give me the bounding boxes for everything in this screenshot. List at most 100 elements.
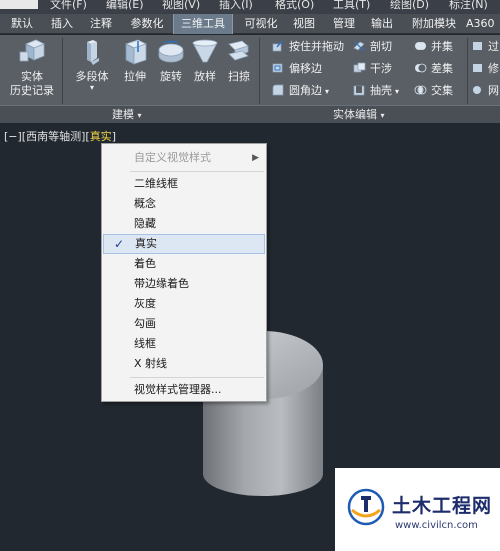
extrude-button[interactable]: 拉伸 — [118, 38, 152, 84]
presspull-label: 按住并拖动 — [289, 40, 344, 53]
menu-dimension[interactable]: 标注(N) — [449, 0, 488, 12]
viewport-visual-style-label[interactable]: 真实 — [90, 130, 112, 143]
tab-visualize[interactable]: 可视化 — [238, 14, 284, 34]
tab-a360[interactable]: A360 — [466, 14, 500, 34]
submenu-arrow-icon: ▶ — [252, 153, 259, 163]
fillet-dropdown-icon[interactable]: ▾ — [325, 87, 329, 96]
extrude-label: 拉伸 — [124, 70, 146, 83]
subtract-label: 差集 — [431, 62, 453, 75]
fillet-edge-button[interactable]: 圆角边 ▾ — [272, 82, 329, 100]
menu-item-realistic[interactable]: ✓ 真实 — [103, 234, 265, 254]
offset-edge-button[interactable]: 偏移边 — [272, 60, 322, 78]
polysolid-icon — [87, 40, 99, 65]
custom-visual-style-label: 自定义视觉样式 — [134, 151, 211, 164]
watermark-url: www.civilcn.com — [395, 520, 478, 531]
tab-manage[interactable]: 管理 — [326, 14, 362, 34]
menu-item-xray[interactable]: X 射线 — [103, 354, 265, 374]
shell-label: 抽壳 — [370, 84, 392, 97]
menu-item-custom-visual-style[interactable]: 自定义视觉样式 ▶ — [103, 148, 265, 168]
subtract-button[interactable]: 差集 — [414, 60, 453, 78]
watermark-title: 土木工程网 — [392, 495, 493, 517]
sweep-button[interactable]: 扫掠 — [222, 38, 256, 84]
polysolid-label: 多段体 — [75, 70, 109, 83]
panel-title-modeling-text: 建模 — [112, 108, 134, 121]
menu-item-shades-of-gray[interactable]: 灰度 — [103, 294, 265, 314]
intersect-label: 交集 — [431, 84, 453, 97]
menu-separator — [130, 377, 264, 378]
menu-view[interactable]: 视图(V) — [162, 0, 200, 12]
panel-title-solid-edit[interactable]: 实体编辑 ▾ — [333, 106, 385, 124]
panel-title-solid-edit-text: 实体编辑 — [333, 108, 377, 121]
menu-item-sketchy[interactable]: 勾画 — [103, 314, 265, 334]
polysolid-dropdown-icon[interactable]: ▾ — [72, 84, 112, 92]
menu-item-conceptual[interactable]: 概念 — [103, 194, 265, 214]
tab-3d-tools[interactable]: 三维工具 — [173, 14, 233, 34]
viewport-controls-label[interactable]: [−][西南等轴测][真实] — [4, 128, 116, 144]
revolve-button[interactable]: 旋转 — [154, 38, 188, 84]
quick-access-toolbar[interactable] — [0, 0, 38, 9]
offset-edge-icon — [272, 63, 283, 73]
sweep-icon — [228, 40, 249, 61]
tab-annotate[interactable]: 注释 — [82, 14, 120, 34]
menu-insert[interactable]: 插入(I) — [219, 0, 253, 12]
solid-history-button[interactable]: 实体 历史记录 — [6, 38, 58, 98]
menu-item-visual-styles-manager[interactable]: 视觉样式管理器... — [103, 380, 265, 400]
intersect-icon — [414, 85, 427, 95]
menu-format[interactable]: 格式(O) — [275, 0, 314, 12]
partial-button-3[interactable]: 网 — [471, 82, 499, 100]
tab-parametric[interactable]: 参数化 — [124, 14, 170, 34]
realistic-label: 真实 — [135, 237, 157, 250]
offset-edge-label: 偏移边 — [289, 62, 322, 75]
slice-label: 剖切 — [370, 40, 392, 53]
menu-edit[interactable]: 编辑(E) — [106, 0, 144, 12]
shell-icon — [353, 85, 365, 96]
interfere-label: 干涉 — [370, 62, 392, 75]
partial-icon-1 — [473, 42, 482, 50]
partial-label-3: 网 — [488, 84, 499, 97]
visual-style-menu: 自定义视觉样式 ▶ 二维线框 概念 隐藏 ✓ 真实 着色 带边缘着色 灰度 勾画 线… — [101, 143, 267, 402]
ribbon-separator — [259, 38, 260, 104]
panel-title-modeling[interactable]: 建模 ▾ — [112, 106, 142, 124]
menu-tools[interactable]: 工具(T) — [333, 0, 370, 12]
menu-item-shaded[interactable]: 着色 — [103, 254, 265, 274]
tab-insert[interactable]: 插入 — [44, 14, 80, 34]
shell-button[interactable]: 抽壳 ▾ — [353, 82, 399, 100]
shell-dropdown-icon[interactable]: ▾ — [395, 87, 399, 96]
menu-item-hidden[interactable]: 隐藏 — [103, 214, 265, 234]
history-label-line1: 实体 — [21, 70, 43, 83]
civilcn-logo-icon — [347, 488, 385, 526]
revolve-label: 旋转 — [160, 70, 182, 83]
viewport-view-label[interactable]: [−][西南等轴测][ — [4, 130, 90, 143]
menu-item-shaded-with-edges[interactable]: 带边缘着色 — [103, 274, 265, 294]
intersect-button[interactable]: 交集 — [414, 82, 453, 100]
partial-button-2[interactable]: 修 — [471, 60, 499, 78]
union-label: 并集 — [431, 40, 453, 53]
ribbon-panel-titles: 建模 ▾ 实体编辑 ▾ — [0, 105, 500, 123]
partial-icon-3 — [473, 86, 481, 94]
partial-button-1[interactable]: 过 — [471, 38, 499, 56]
union-button[interactable]: 并集 — [414, 38, 453, 56]
menu-file[interactable]: 文件(F) — [50, 0, 87, 12]
slice-icon — [353, 41, 365, 52]
interfere-icon — [353, 62, 366, 73]
polysolid-button[interactable]: 多段体 ▾ — [72, 38, 112, 92]
checkmark-icon: ✓ — [114, 237, 125, 251]
tab-output[interactable]: 输出 — [364, 14, 400, 34]
menu-draw[interactable]: 绘图(D) — [390, 0, 429, 12]
presspull-icon — [272, 40, 283, 52]
loft-button[interactable]: 放样 — [189, 38, 221, 84]
interfere-button[interactable]: 干涉 — [353, 60, 392, 78]
tab-view[interactable]: 视图 — [286, 14, 322, 34]
menu-item-wireframe[interactable]: 线框 — [103, 334, 265, 354]
solid-edit-expand-icon: ▾ — [380, 111, 385, 120]
fillet-edge-icon — [272, 84, 284, 96]
slice-button[interactable]: 剖切 — [353, 38, 392, 56]
subtract-icon — [415, 63, 427, 73]
menu-bar: 文件(F) 编辑(E) 视图(V) 插入(I) 格式(O) 工具(T) 绘图(D… — [0, 0, 500, 14]
presspull-button[interactable]: 按住并拖动 — [272, 38, 344, 56]
menu-item-2d-wireframe[interactable]: 二维线框 — [103, 174, 265, 194]
tab-addins[interactable]: 附加模块 — [405, 14, 463, 34]
solid-history-icon — [19, 39, 45, 62]
loft-label: 放样 — [194, 70, 216, 83]
tab-default[interactable]: 默认 — [4, 14, 40, 34]
